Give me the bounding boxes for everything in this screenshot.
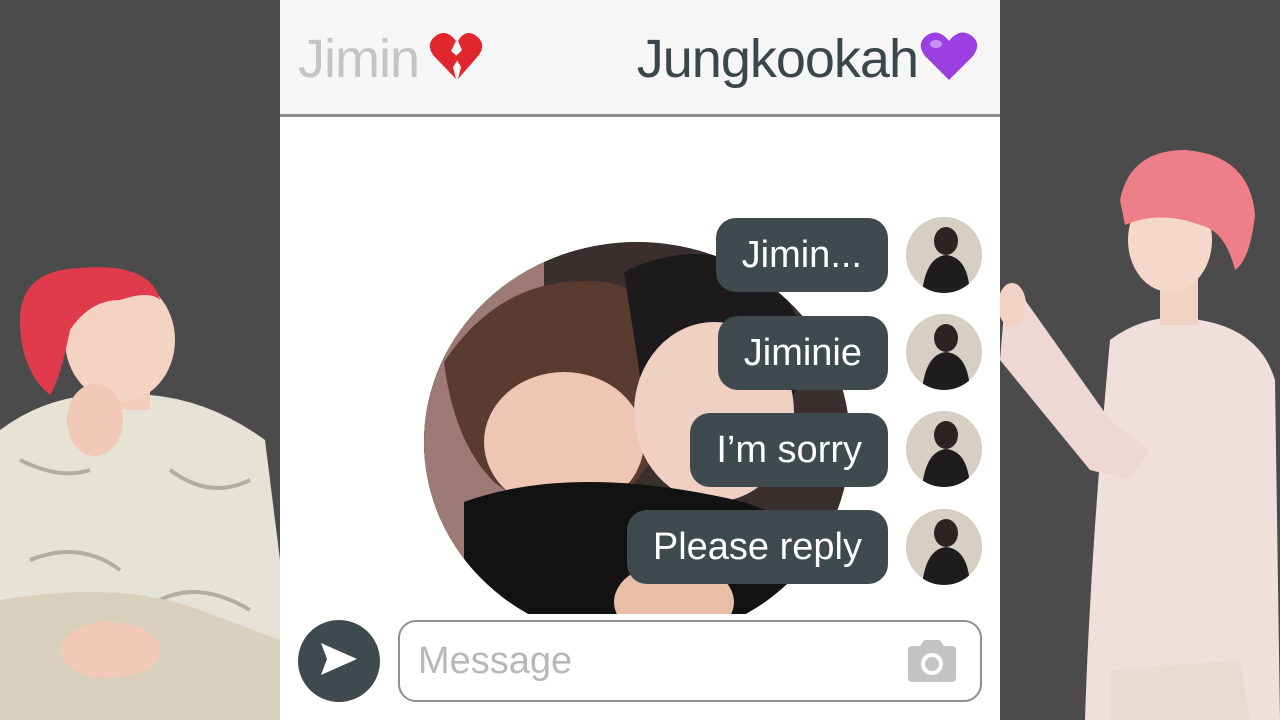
send-arrow-icon [319,641,359,682]
right-person-illustration [1000,150,1280,720]
purple-heart-icon [920,30,978,95]
camera-icon[interactable] [904,638,960,689]
message-placeholder: Message [418,640,573,682]
left-side-panel [0,0,280,720]
send-button[interactable] [298,620,380,702]
message-bubble[interactable]: Please reply [626,510,888,584]
contact-name-label: Jimin [298,29,420,89]
message-text: I’m sorry [716,428,862,471]
broken-heart-icon [429,31,483,94]
chat-screen: Jimin Jungkookah Jimin... Jiminie I’m so… [280,0,1000,720]
chat-header: Jimin Jungkookah [280,0,1000,117]
contact-name-jungkookah[interactable]: Jungkookah [637,28,978,95]
avatar[interactable] [906,411,982,487]
contact-name-jimin[interactable]: Jimin [298,28,483,94]
right-side-panel [1000,0,1280,720]
message-bubble[interactable]: Jimin... [715,218,888,292]
left-person-illustration [0,267,280,720]
message-text: Please reply [652,525,862,568]
message-bubble[interactable]: I’m sorry [690,413,888,487]
message-text: Jiminie [743,331,862,374]
sender-name-label: Jungkookah [636,29,919,89]
avatar[interactable] [906,314,982,390]
avatar[interactable] [906,509,982,585]
message-text: Jimin... [741,233,862,276]
message-input[interactable]: Message [398,620,982,702]
avatar[interactable] [906,217,982,293]
message-bubble[interactable]: Jiminie [717,316,888,390]
